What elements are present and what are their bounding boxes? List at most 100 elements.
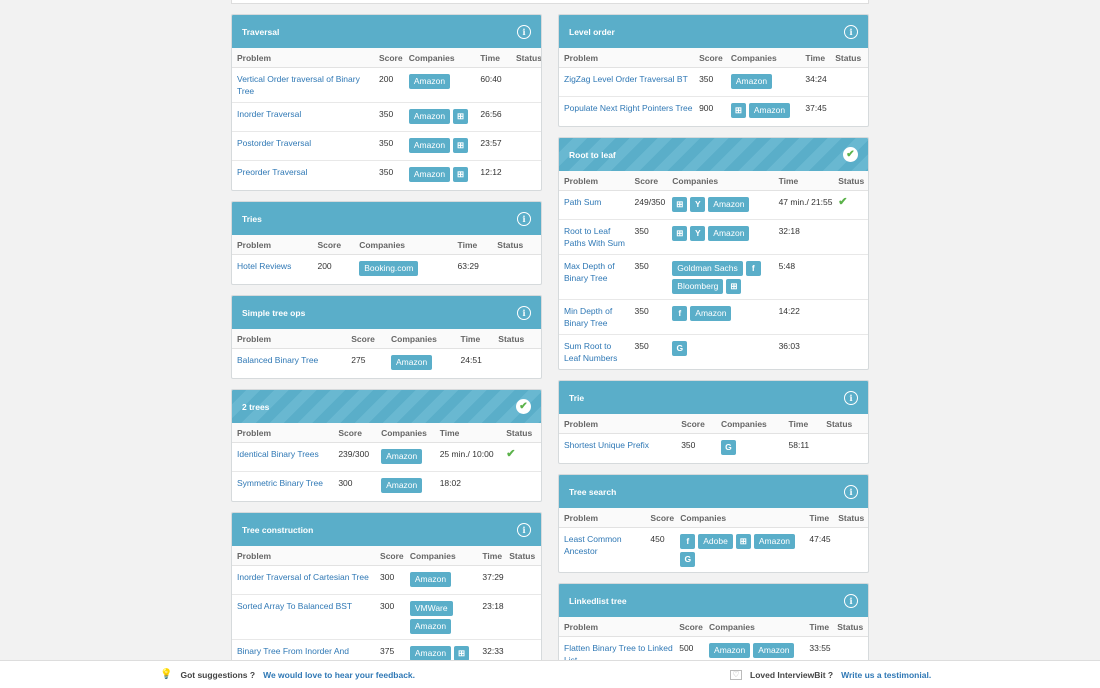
problem-link[interactable]: Sorted Array To Balanced BST <box>232 600 375 634</box>
facebook-icon[interactable]: f <box>745 261 761 276</box>
problem-link[interactable]: Shortest Unique Prefix <box>559 439 676 458</box>
problem-link[interactable]: Sum Root to Leaf Numbers <box>559 340 630 364</box>
card-header: Linkedlist tree i <box>559 584 868 617</box>
info-icon[interactable]: i <box>844 484 858 499</box>
company-tag-amazon[interactable]: Amazon <box>708 197 750 212</box>
company-tag-booking-com[interactable]: Booking.com <box>359 261 419 276</box>
column-header-time: Time <box>482 550 503 561</box>
table-row: Sorted Array To Balanced BST 300 VMWare Ama… <box>232 595 541 640</box>
yahoo-icon[interactable]: Y <box>690 197 706 212</box>
column-header-time: Time <box>457 239 478 250</box>
google-icon[interactable]: G <box>672 341 688 356</box>
status <box>493 354 541 373</box>
problem-link[interactable]: Inorder Traversal of Cartesian Tree <box>232 571 375 589</box>
google-icon[interactable]: G <box>720 440 736 455</box>
column-header-time: Time <box>778 175 799 186</box>
facebook-icon[interactable]: f <box>680 534 696 549</box>
problem-link[interactable]: Min Depth of Binary Tree <box>559 305 630 329</box>
company-tag-amazon[interactable]: Amazon <box>753 534 796 549</box>
company-tag-amazon[interactable]: Amazon <box>381 449 423 464</box>
company-tag-amazon[interactable]: Amazon <box>690 306 732 321</box>
google-icon[interactable]: G <box>680 552 696 567</box>
company-tag-vmware[interactable]: VMWare <box>409 601 453 616</box>
company-tag-bloomberg[interactable]: Bloomberg <box>672 279 724 294</box>
column-header-score: Score <box>650 512 675 523</box>
company-tag-goldman-sachs[interactable]: Goldman Sachs <box>672 261 743 276</box>
table-header: Problem Score Companies Time Status <box>232 329 541 349</box>
company-tag-amazon[interactable]: Amazon <box>408 109 451 124</box>
problem-link[interactable]: ZigZag Level Order Traversal BT <box>559 73 694 91</box>
score: 300 <box>338 478 353 488</box>
company-tag-amazon[interactable]: Amazon <box>730 74 773 89</box>
company-tag-amazon[interactable]: Amazon <box>709 643 751 658</box>
info-icon[interactable]: i <box>517 211 531 226</box>
windows-icon[interactable]: ⊞ <box>672 197 688 212</box>
completed-check-icon: ✔ <box>843 147 858 162</box>
card-title: Level order <box>569 26 615 37</box>
left-column: Traversal i Problem Score Companies Time Statu… <box>231 14 542 685</box>
company-tag-amazon[interactable]: Amazon <box>408 167 451 182</box>
info-icon[interactable]: i <box>844 390 858 405</box>
testimonial-link[interactable]: Write us a testimonial. <box>841 670 931 680</box>
company-tag-amazon[interactable]: Amazon <box>708 226 750 241</box>
info-icon[interactable]: i <box>844 593 858 608</box>
company-tag-amazon[interactable]: Amazon <box>381 478 423 493</box>
column-header-score: Score <box>380 550 404 561</box>
problem-link[interactable]: Balanced Binary Tree <box>232 354 346 373</box>
right-column: Level order i Problem Score Companies Time Sta… <box>558 14 869 682</box>
windows-icon[interactable]: ⊞ <box>453 138 469 153</box>
column-header-status: Status <box>838 175 865 186</box>
facebook-icon[interactable]: f <box>672 306 688 321</box>
column-header-companies: Companies <box>381 427 427 438</box>
company-tag-amazon[interactable]: Amazon <box>409 646 452 661</box>
column-header-status: Status <box>837 621 864 632</box>
info-icon[interactable]: i <box>517 522 531 537</box>
company-tag-amazon[interactable]: Amazon <box>409 572 452 587</box>
time: 24:51 <box>460 355 482 365</box>
status <box>833 225 868 249</box>
problem-link[interactable]: Hotel Reviews <box>232 260 312 279</box>
windows-icon[interactable]: ⊞ <box>735 534 751 549</box>
yahoo-icon[interactable]: Y <box>690 226 706 241</box>
problem-link[interactable]: Postorder Traversal <box>232 137 374 155</box>
table-header: Problem Score Companies Time Status <box>232 423 541 443</box>
company-tag-amazon[interactable]: Amazon <box>408 74 451 89</box>
column-header-status: Status <box>497 239 524 250</box>
company-tag-amazon[interactable]: Amazon <box>748 103 791 118</box>
problem-link[interactable]: Least Common Ancestor <box>559 533 645 567</box>
company-tag-amazon[interactable]: Amazon <box>753 643 795 658</box>
column-header-companies: Companies <box>730 52 777 63</box>
company-tag-amazon[interactable]: Amazon <box>408 138 451 153</box>
problem-link[interactable]: Symmetric Binary Tree <box>232 477 333 496</box>
problem-link[interactable]: Max Depth of Binary Tree <box>559 260 630 294</box>
card-header: Tree construction i <box>232 513 541 546</box>
windows-icon[interactable]: ⊞ <box>726 279 742 294</box>
card-tree-search: Tree search i Problem Score Companies Time Sta… <box>558 474 869 573</box>
problem-link[interactable]: Inorder Traversal <box>232 108 374 126</box>
column-header-problem: Problem <box>237 427 272 438</box>
info-icon[interactable]: i <box>517 305 531 320</box>
problem-link[interactable]: Populate Next Right Pointers Tree <box>559 102 694 121</box>
windows-icon[interactable]: ⊞ <box>453 109 469 124</box>
problem-link[interactable]: Path Sum <box>559 196 630 214</box>
time: 12:12 <box>480 167 502 177</box>
company-tag-amazon[interactable]: Amazon <box>409 619 452 634</box>
problem-link[interactable]: Root to Leaf Paths With Sum <box>559 225 630 249</box>
table-row: Identical Binary Trees 239/300 Amazon 25 mi… <box>232 443 541 472</box>
company-tag-adobe[interactable]: Adobe <box>698 534 733 549</box>
column-header-problem: Problem <box>564 512 599 523</box>
problem-link[interactable]: Identical Binary Trees <box>232 448 333 466</box>
previous-card-bottom <box>231 0 869 4</box>
windows-icon[interactable]: ⊞ <box>672 226 688 241</box>
column-header-score: Score <box>679 621 703 632</box>
companies: f Amazon <box>667 305 773 329</box>
problem-link[interactable]: Preorder Traversal <box>232 166 374 185</box>
feedback-link[interactable]: We would love to hear your feedback. <box>263 670 415 680</box>
windows-icon[interactable]: ⊞ <box>454 646 470 661</box>
problem-link[interactable]: Vertical Order traversal of Binary Tree <box>232 73 374 97</box>
windows-icon[interactable]: ⊞ <box>730 103 746 118</box>
info-icon[interactable]: i <box>844 24 858 39</box>
company-tag-amazon[interactable]: Amazon <box>390 355 433 370</box>
windows-icon[interactable]: ⊞ <box>453 167 469 182</box>
info-icon[interactable]: i <box>517 24 531 39</box>
